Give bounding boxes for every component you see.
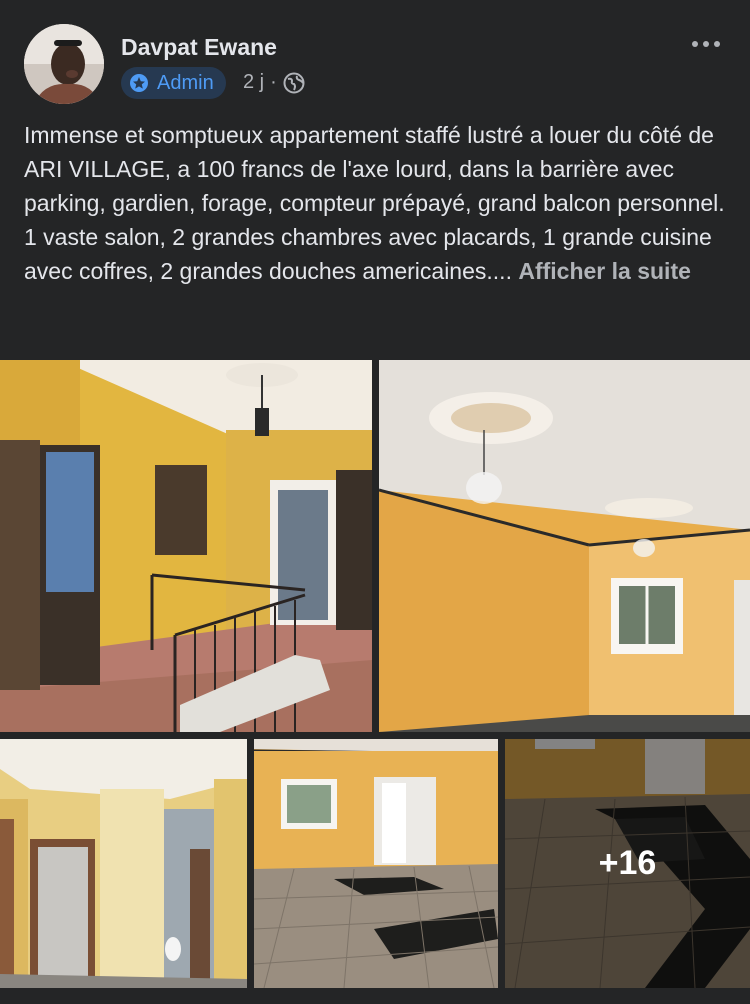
more-options-icon — [692, 41, 698, 47]
post-time[interactable]: 2 j — [243, 71, 264, 94]
post-body: Immense et somptueux appartement staffé … — [24, 118, 732, 288]
more-options-button[interactable] — [688, 34, 724, 54]
photo-1-image — [0, 360, 372, 732]
more-options-dot — [714, 41, 720, 47]
author-name[interactable]: Davpat Ewane — [121, 34, 277, 61]
globe-icon — [283, 72, 305, 93]
post-header: Davpat Ewane Admin 2 j · — [0, 0, 750, 115]
photo-5[interactable]: +16 — [505, 739, 750, 988]
admin-badge-label: Admin — [157, 71, 214, 94]
admin-shield-icon — [130, 74, 148, 92]
meta-separator: · — [270, 71, 277, 93]
photo-3[interactable] — [0, 739, 247, 988]
admin-badge: Admin — [121, 67, 226, 99]
photo-3-image — [0, 739, 247, 988]
photo-1[interactable] — [0, 360, 372, 732]
photo-2[interactable] — [379, 360, 750, 732]
author-avatar[interactable] — [24, 24, 104, 104]
photo-4[interactable] — [254, 739, 498, 988]
more-photos-count: +16 — [598, 844, 657, 882]
more-options-dot — [703, 41, 709, 47]
photo-4-image — [254, 739, 498, 988]
post-meta: 2 j · — [243, 71, 305, 94]
see-more-link[interactable]: Afficher la suite — [518, 258, 691, 284]
avatar-image — [24, 24, 104, 104]
photo-grid: +16 — [0, 360, 750, 988]
more-photos-overlay[interactable]: +16 — [505, 739, 750, 988]
photo-2-image — [379, 360, 750, 732]
